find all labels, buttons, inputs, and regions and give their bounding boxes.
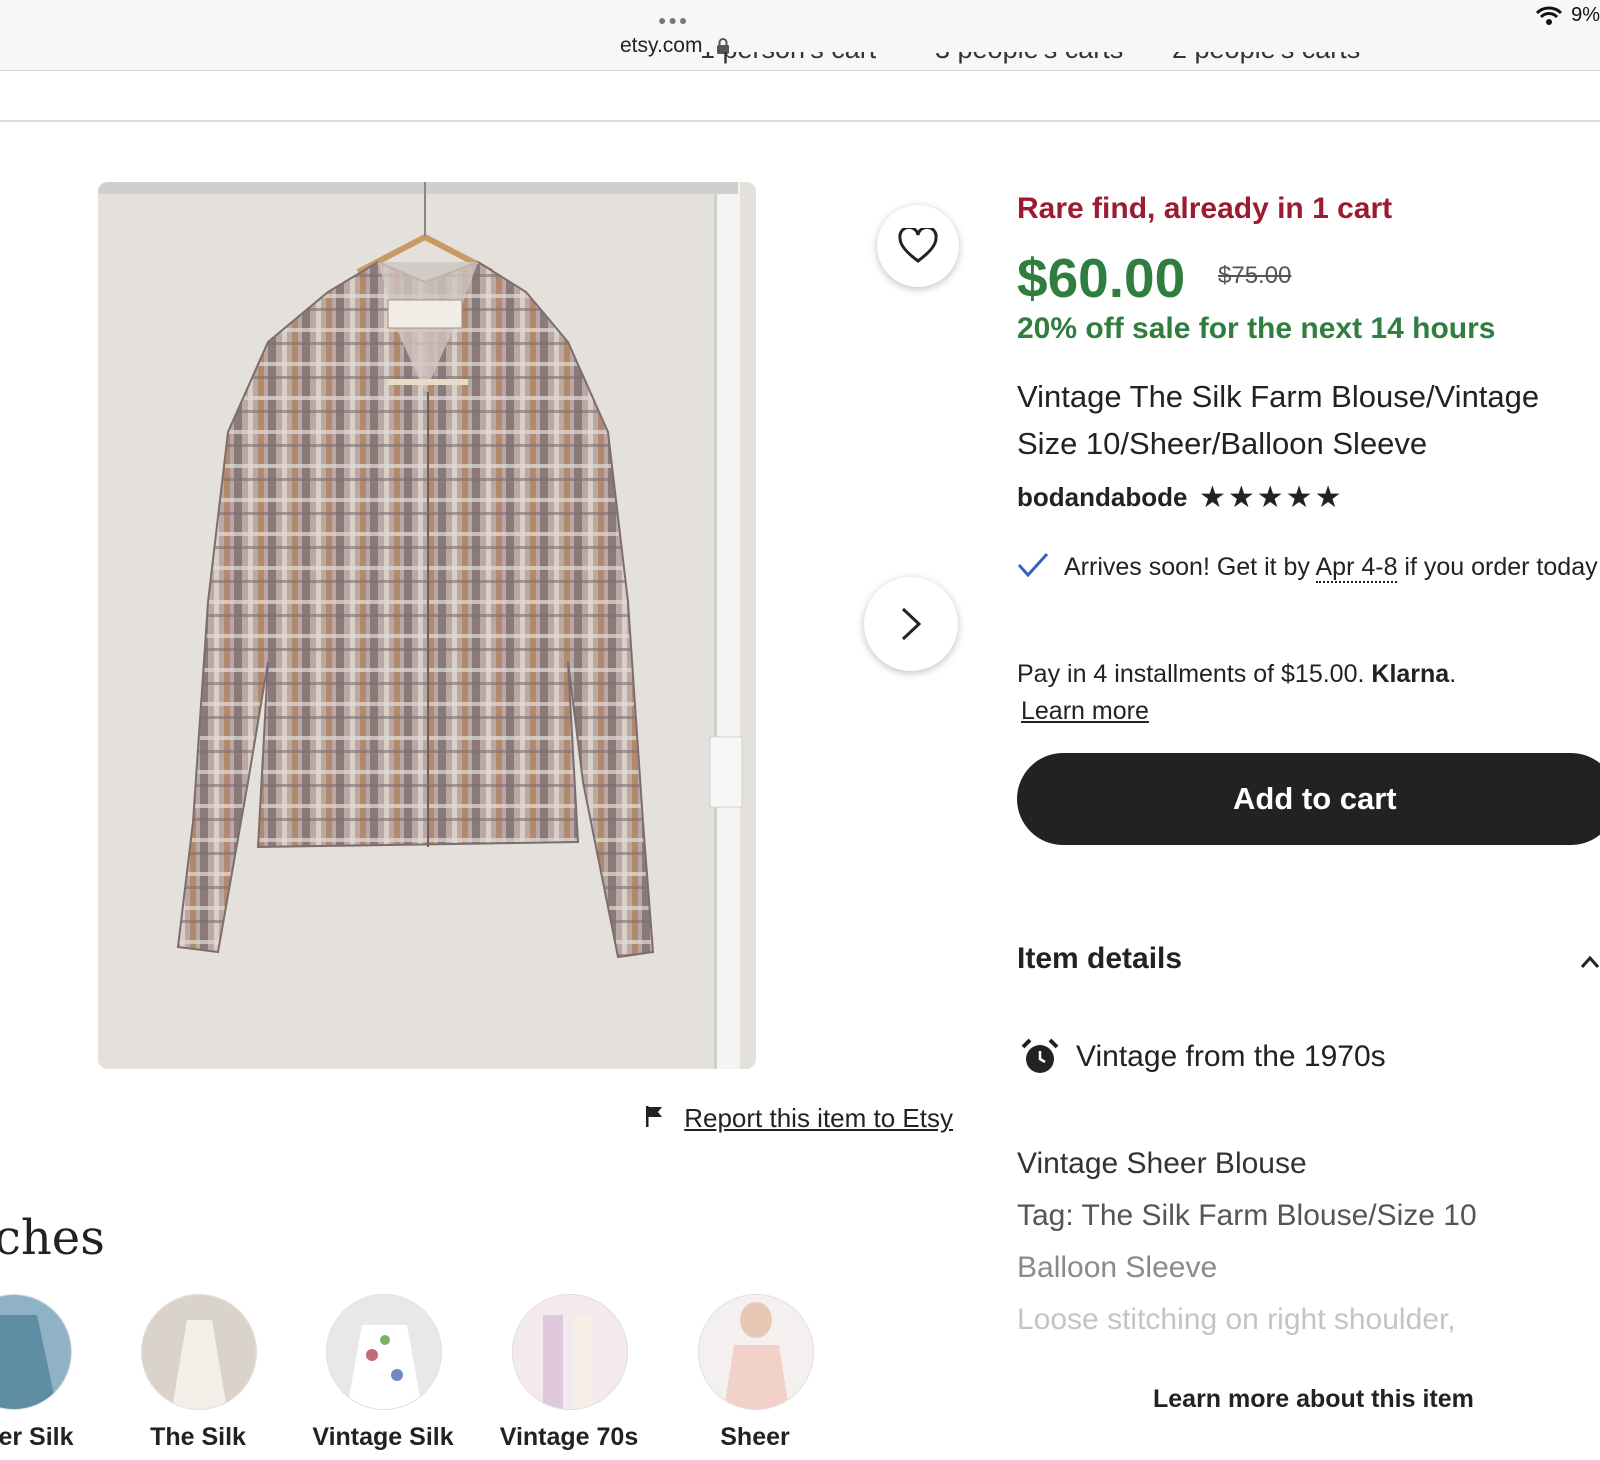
chevron-up-icon[interactable]: [1580, 955, 1600, 969]
next-image-button[interactable]: [864, 577, 958, 671]
product-title: Vintage The Silk Farm Blouse/Vintage Siz…: [1017, 379, 1540, 461]
description-line: Vintage Sheer Blouse: [1017, 1147, 1307, 1180]
rare-find-badge: Rare find, already in 1 cart: [1017, 192, 1393, 225]
alarm-clock-icon: [1021, 1038, 1059, 1073]
arrival-prefix: Arrives soon! Get it by: [1064, 553, 1316, 581]
sale-price: $60.00: [1017, 247, 1186, 309]
item-details-heading[interactable]: Item details: [1017, 942, 1182, 976]
related-search-label[interactable]: Sheer: [655, 1423, 855, 1452]
related-searches-title: ches: [0, 1210, 105, 1266]
divider: [0, 120, 1600, 122]
cart-count-3: 2 people's carts: [1172, 52, 1360, 65]
rating-stars[interactable]: ★★★★★: [1199, 480, 1343, 515]
arrival-date[interactable]: Apr 4-8: [1315, 553, 1398, 583]
blouse-photo: [98, 182, 756, 1069]
description-line: Loose stitching on right shoulder,: [1017, 1303, 1456, 1336]
description-line: Balloon Sleeve: [1017, 1251, 1218, 1284]
shop-name-link[interactable]: bodandabode: [1017, 482, 1187, 513]
tab-overview-dots-icon[interactable]: ●●●: [658, 12, 689, 28]
favorite-button[interactable]: [877, 205, 959, 287]
battery-percent: 9%: [1571, 4, 1600, 26]
vintage-70s-thumb-image: [513, 1295, 627, 1409]
chevron-right-icon: [901, 607, 922, 641]
original-price: $75.00: [1218, 262, 1292, 289]
silk-thumb-image: [0, 1295, 71, 1409]
related-search-thumb[interactable]: [326, 1294, 442, 1410]
cart-count-2: 3 people's carts: [935, 52, 1123, 65]
related-search-thumb[interactable]: [141, 1294, 257, 1410]
item-description: Vintage Sheer Blouse Tag: The Silk Farm …: [1017, 1138, 1477, 1346]
product-image[interactable]: [98, 182, 756, 1069]
learn-more-item-button[interactable]: Learn more about this item: [1153, 1385, 1474, 1414]
klarna-logo: Klarna: [1371, 660, 1450, 688]
heart-icon: [898, 228, 938, 263]
arrival-estimate: Arrives soon! Get it by Apr 4-8 if you o…: [1064, 550, 1600, 585]
cart-counts-row: 1 person's cart 3 people's carts 2 peopl…: [0, 52, 1600, 122]
related-search-label[interactable]: Vintage Silk: [283, 1423, 483, 1452]
related-search-thumb[interactable]: [698, 1294, 814, 1410]
learn-more-link[interactable]: Learn more: [1021, 697, 1149, 726]
flag-icon: [646, 1106, 662, 1127]
installments-info: Pay in 4 installments of $15.00. Klarna.: [1017, 660, 1457, 688]
sale-note: 20% off sale for the next 14 hours: [1017, 312, 1496, 345]
related-search-label[interactable]: Vintage 70s: [469, 1423, 669, 1452]
vintage-silk-thumb-image: [327, 1295, 441, 1409]
description-line: Tag: The Silk Farm Blouse/Size 10: [1017, 1199, 1477, 1232]
installments-text: Pay in 4 installments of $15.00.: [1017, 660, 1365, 688]
report-item-label: Report this item to Etsy: [684, 1103, 953, 1133]
report-item-link[interactable]: Report this item to Etsy: [645, 1103, 953, 1134]
cart-count-1: 1 person's cart: [700, 52, 876, 65]
status-bar: 9%: [1535, 4, 1600, 27]
arrival-suffix: if you order today: [1397, 553, 1598, 581]
checkmark-icon: [1017, 552, 1049, 578]
add-to-cart-button[interactable]: Add to cart: [1017, 753, 1600, 845]
the-silk-thumb-image: [142, 1295, 256, 1409]
sheer-thumb-image: [699, 1295, 813, 1409]
related-search-thumb[interactable]: [512, 1294, 628, 1410]
vintage-era: Vintage from the 1970s: [1076, 1040, 1386, 1073]
related-search-label[interactable]: The Silk: [98, 1423, 298, 1452]
wifi-icon: [1535, 6, 1562, 25]
related-search-thumb[interactable]: [0, 1294, 72, 1410]
